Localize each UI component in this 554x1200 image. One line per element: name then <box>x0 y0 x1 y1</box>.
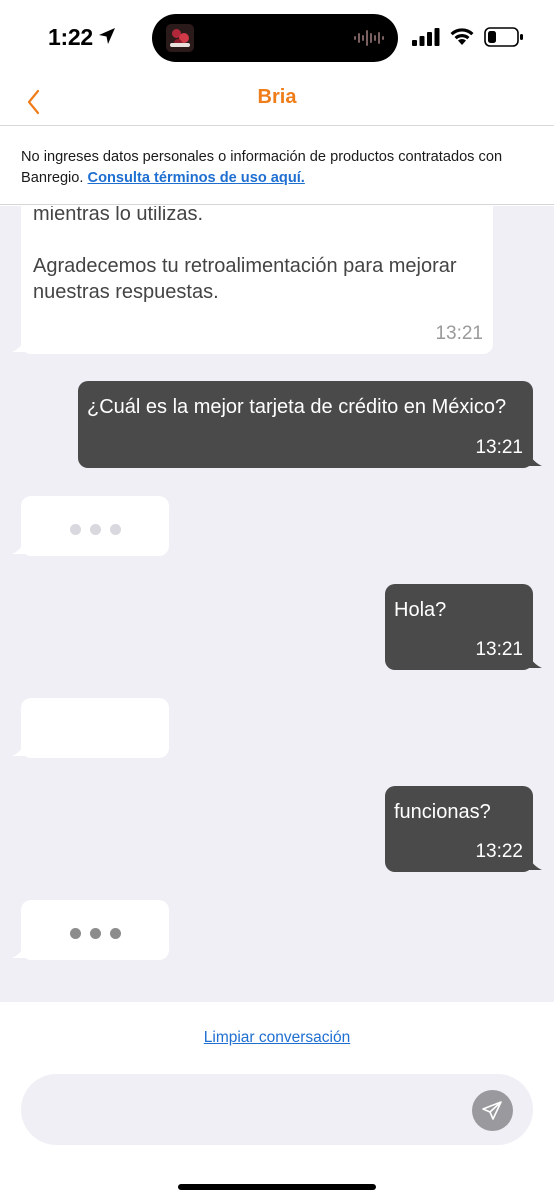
chat-header: Bria <box>0 76 554 126</box>
composer-area: Limpiar conversación <box>0 1002 554 1200</box>
bubble-tail <box>528 856 542 870</box>
bubble-tail <box>12 742 26 756</box>
bot-message: mientras lo utilizas. Agradecemos tu ret… <box>12 206 493 354</box>
privacy-notice: No ingreses datos personales o informaci… <box>0 127 554 205</box>
bubble-tail <box>528 452 542 466</box>
bot-typing-indicator <box>12 496 169 556</box>
music-waveform-icon <box>354 30 384 46</box>
user-message-text: funcionas? <box>394 801 491 823</box>
home-indicator[interactable] <box>178 1184 376 1190</box>
bot-message-empty <box>12 698 169 758</box>
clear-conversation-link[interactable]: Limpiar conversación <box>0 1029 554 1047</box>
user-message: ¿Cuál es la mejor tarjeta de crédito en … <box>78 381 542 468</box>
user-message-text: Hola? <box>394 599 447 621</box>
message-timestamp: 13:21 <box>435 323 483 344</box>
cellular-signal-icon <box>412 28 440 46</box>
send-paper-plane-icon <box>482 1101 502 1120</box>
user-message: funcionas? 13:22 <box>385 786 542 872</box>
page-title: Bria <box>257 86 297 108</box>
bubble-tail <box>12 338 26 352</box>
message-timestamp: 13:21 <box>475 437 523 458</box>
message-input[interactable] <box>45 1092 465 1126</box>
album-art-icon <box>166 24 194 52</box>
message-timestamp: 13:21 <box>475 639 523 660</box>
bot-message-text: Agradecemos tu retroalimentación para me… <box>33 255 457 303</box>
typing-dots-icon <box>70 522 130 540</box>
dynamic-island[interactable] <box>152 14 398 62</box>
bubble-tail <box>12 540 26 554</box>
bubble-tail <box>528 654 542 668</box>
status-time: 1:22 <box>48 24 93 50</box>
bubble-tail <box>12 944 26 958</box>
message-timestamp: 13:22 <box>475 841 523 862</box>
location-arrow-icon <box>99 28 115 44</box>
chat-messages-area[interactable]: mientras lo utilizas. Agradecemos tu ret… <box>0 206 554 1002</box>
wifi-icon <box>450 28 474 45</box>
bot-typing-indicator <box>12 900 169 960</box>
user-message-text: ¿Cuál es la mejor tarjeta de crédito en … <box>87 396 507 418</box>
battery-icon <box>484 27 523 47</box>
user-message: Hola? 13:21 <box>385 584 542 670</box>
terms-of-use-link[interactable]: Consulta términos de uso aquí. <box>88 170 305 186</box>
typing-dots-icon <box>70 926 130 944</box>
status-bar: 1:22 <box>0 0 554 76</box>
send-button[interactable] <box>472 1090 513 1131</box>
bot-message-text: mientras lo utilizas. <box>33 206 204 225</box>
message-input-container[interactable] <box>21 1074 533 1145</box>
